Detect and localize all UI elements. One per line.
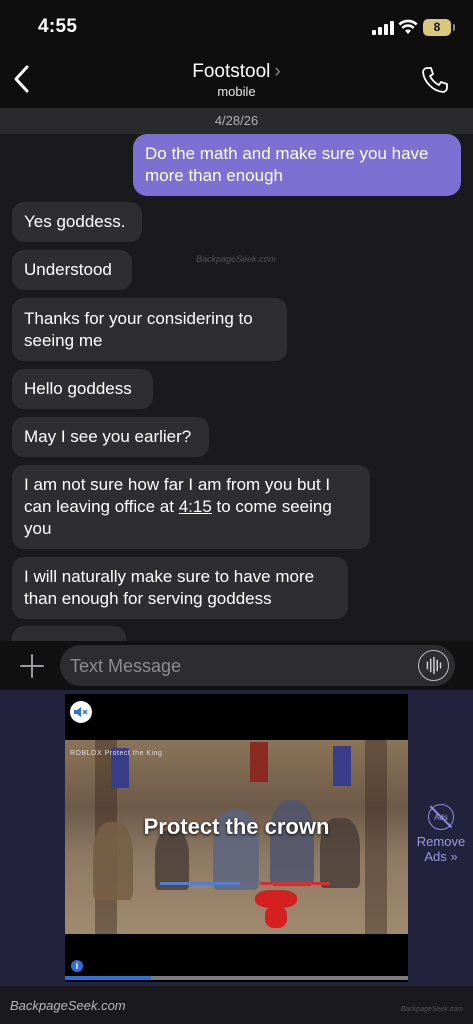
status-bar: 4:55 8 <box>0 0 473 56</box>
speaker-muted-icon[interactable] <box>70 701 92 723</box>
message-text: Do the math and make sure you have more … <box>145 144 429 185</box>
ad-video[interactable]: ROBLOX Protect the King Protect the crow… <box>65 694 408 982</box>
message-bubble-incoming[interactable]: Understood <box>12 250 132 290</box>
ad-banner: ROBLOX Protect the King Protect the crow… <box>0 690 473 986</box>
message-bubble-incoming[interactable]: Yes goddess. <box>12 202 142 242</box>
info-icon[interactable]: i <box>71 960 83 972</box>
no-ads-icon: Ads <box>428 804 454 830</box>
message-text: May I see you earlier? <box>24 427 192 446</box>
wifi-icon <box>398 19 418 34</box>
message-text: Hello goddess <box>24 379 132 398</box>
remove-ads-button[interactable]: Ads Remove Ads » <box>412 804 470 864</box>
conversation-header: Footstool › mobile <box>0 56 473 108</box>
chevron-right-icon: › <box>274 61 281 82</box>
message-list[interactable]: Do the math and make sure you have more … <box>0 134 473 641</box>
remove-ads-label-2: Ads » <box>424 849 458 864</box>
message-input[interactable]: Text Message <box>60 645 455 686</box>
message-composer: Text Message <box>0 641 473 690</box>
contact-name[interactable]: Footstool <box>192 60 270 84</box>
remove-ads-label: Remove <box>416 834 466 849</box>
time-link[interactable]: 4:15 <box>179 497 212 516</box>
message-bubble-incoming[interactable]: Hello goddess <box>12 369 153 409</box>
ad-progress-bar <box>65 976 408 980</box>
date-divider: 4/28/26 <box>0 108 473 134</box>
watermark-text: BackpageSeek.com <box>196 254 277 264</box>
message-input-placeholder: Text Message <box>70 656 182 676</box>
ad-game-scene-image: ROBLOX Protect the King Protect the crow… <box>65 740 408 934</box>
ad-logo-text: ROBLOX Protect the King <box>70 750 163 757</box>
ad-headline: Protect the crown <box>143 814 330 839</box>
status-time: 4:55 <box>38 16 78 37</box>
message-text: Yes goddess. <box>24 212 126 231</box>
voice-waveform-icon[interactable] <box>418 650 449 681</box>
message-text: I am not sure how far I am from you but … <box>24 474 358 540</box>
message-text: Understood <box>24 260 112 279</box>
phone-icon[interactable] <box>421 66 449 94</box>
ad-progress-fill <box>65 976 151 980</box>
footer-watermark-bar: BackpageSeek.com BackpageSeek.com <box>0 986 473 1024</box>
plus-icon[interactable] <box>18 652 46 680</box>
contact-info[interactable]: Footstool › mobile <box>0 60 473 100</box>
battery-icon: 8 <box>423 19 455 36</box>
message-text: I will naturally make sure to have more … <box>24 567 315 608</box>
message-bubble-outgoing[interactable]: Do the math and make sure you have more … <box>133 134 461 196</box>
watermark-text: BackpageSeek.com <box>10 998 126 1013</box>
contact-subtitle: mobile <box>217 84 256 99</box>
message-bubble-incoming[interactable]: I will naturally make sure to have more … <box>12 557 348 619</box>
cellular-signal-icon <box>372 21 394 35</box>
message-text: Thanks for your considering to seeing me <box>24 308 253 350</box>
message-bubble-incoming-partial[interactable] <box>12 626 126 641</box>
watermark-small-text: BackpageSeek.com <box>400 1006 463 1013</box>
message-bubble-incoming[interactable]: I am not sure how far I am from you but … <box>12 465 370 549</box>
message-bubble-incoming[interactable]: May I see you earlier? <box>12 417 209 457</box>
message-bubble-incoming[interactable]: Thanks for your considering to seeing me <box>12 298 287 361</box>
